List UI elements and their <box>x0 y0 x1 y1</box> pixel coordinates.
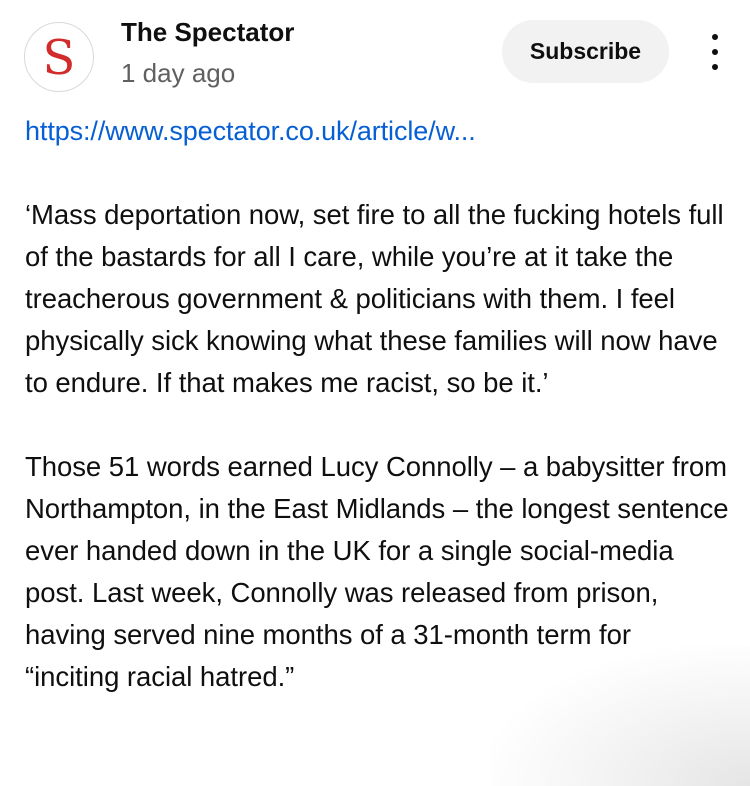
channel-name[interactable]: The Spectator <box>121 16 294 48</box>
channel-avatar[interactable]: S <box>24 22 94 92</box>
post-timestamp: 1 day ago <box>121 58 236 88</box>
post-body: https://www.spectator.co.uk/article/w...… <box>25 110 730 698</box>
post-paragraph-body: Those 51 words earned Lucy Connolly – a … <box>25 451 729 692</box>
more-dot <box>712 34 718 40</box>
more-vert-icon[interactable] <box>700 34 730 70</box>
more-dot <box>712 64 718 70</box>
post-header: S The Spectator 1 day ago Subscribe <box>0 0 750 100</box>
subscribe-button[interactable]: Subscribe <box>502 20 669 83</box>
post-paragraph-quote: ‘Mass deportation now, set fire to all t… <box>25 199 724 398</box>
more-dot <box>712 49 718 55</box>
article-link[interactable]: https://www.spectator.co.uk/article/w... <box>25 110 730 152</box>
avatar-logo-letter: S <box>42 30 76 86</box>
